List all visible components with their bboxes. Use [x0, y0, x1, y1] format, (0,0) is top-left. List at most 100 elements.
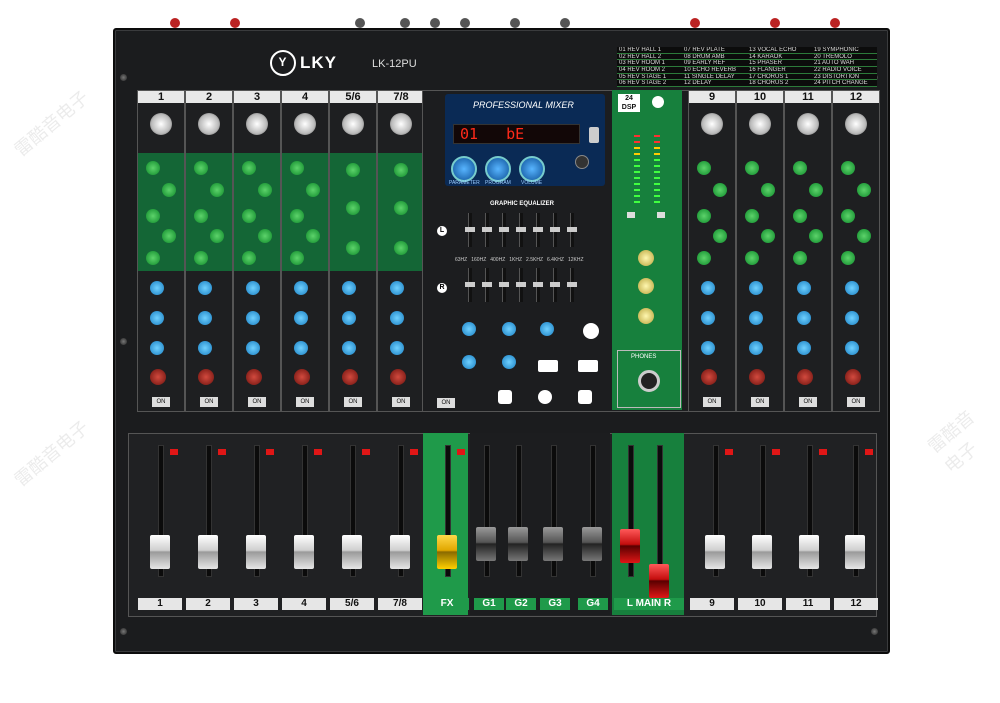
eq-high-knob[interactable]	[793, 161, 807, 175]
aux1-knob[interactable]	[701, 281, 715, 295]
eq-low-knob[interactable]	[697, 251, 711, 265]
pan-knob[interactable]	[150, 369, 166, 385]
pan-knob[interactable]	[342, 369, 358, 385]
pan-knob[interactable]	[390, 369, 406, 385]
channel-on-button[interactable]: ON	[703, 397, 721, 407]
gain-knob[interactable]	[749, 113, 771, 135]
channel-on-button[interactable]: ON	[799, 397, 817, 407]
rec-level-knob[interactable]	[638, 250, 654, 266]
channel-on-button[interactable]: ON	[751, 397, 769, 407]
eq-mid-freq-knob[interactable]	[306, 183, 320, 197]
fx-send-knob[interactable]	[342, 341, 356, 355]
geq-slider[interactable]	[550, 213, 560, 247]
eq-low-knob[interactable]	[841, 251, 855, 265]
fader-cap[interactable]	[649, 564, 669, 598]
pan-knob[interactable]	[797, 369, 813, 385]
fader-cap[interactable]	[845, 534, 865, 569]
eq-high-knob[interactable]	[346, 163, 360, 177]
fx-on-button[interactable]: ON	[437, 398, 455, 408]
geq-slider-cap[interactable]	[482, 227, 492, 232]
eq-high-knob[interactable]	[394, 163, 408, 177]
aux2-knob[interactable]	[342, 311, 356, 325]
geq-slider[interactable]	[482, 213, 492, 247]
fader-cap[interactable]	[150, 534, 170, 569]
eq-mid-knob[interactable]	[841, 209, 855, 223]
eq-high-knob[interactable]	[841, 161, 855, 175]
geq-slider[interactable]	[516, 213, 526, 247]
aux1-knob[interactable]	[246, 281, 260, 295]
geq-slider[interactable]	[567, 268, 577, 302]
aux-knob[interactable]	[502, 355, 516, 369]
aux2-knob[interactable]	[797, 311, 811, 325]
geq-slider-cap[interactable]	[567, 282, 577, 287]
channel-on-button[interactable]: ON	[200, 397, 218, 407]
eq-mid-freq-knob[interactable]	[809, 183, 823, 197]
gain-knob[interactable]	[342, 113, 364, 135]
aux-knob[interactable]	[502, 322, 516, 336]
gain-knob[interactable]	[701, 113, 723, 135]
eq-low-mid-knob[interactable]	[713, 229, 727, 243]
aux1-knob[interactable]	[342, 281, 356, 295]
channel-on-button[interactable]: ON	[344, 397, 362, 407]
fader-cap[interactable]	[437, 534, 457, 569]
eq-low-mid-knob[interactable]	[809, 229, 823, 243]
fader-cap[interactable]	[543, 526, 563, 561]
eq-low-knob[interactable]	[242, 251, 256, 265]
eq-mid-knob[interactable]	[194, 209, 208, 223]
gain-knob[interactable]	[294, 113, 316, 135]
fx-send-knob[interactable]	[390, 341, 404, 355]
eq-low-mid-knob[interactable]	[761, 229, 775, 243]
eq-mid-knob[interactable]	[146, 209, 160, 223]
fader-cap[interactable]	[246, 534, 266, 569]
geq-slider-cap[interactable]	[465, 282, 475, 287]
rec-button[interactable]	[627, 212, 635, 218]
phones-level-knob[interactable]	[638, 308, 654, 324]
pan-knob[interactable]	[198, 369, 214, 385]
geq-slider-cap[interactable]	[533, 227, 543, 232]
fx-send-knob[interactable]	[845, 341, 859, 355]
eq-low-mid-knob[interactable]	[162, 229, 176, 243]
fx-send-knob[interactable]	[294, 341, 308, 355]
fx-send-knob[interactable]	[797, 341, 811, 355]
fader-cap[interactable]	[294, 534, 314, 569]
eq-high-knob[interactable]	[697, 161, 711, 175]
eq-low-knob[interactable]	[793, 251, 807, 265]
fader-cap[interactable]	[705, 534, 725, 569]
geq-slider-cap[interactable]	[516, 227, 526, 232]
fx-send-knob[interactable]	[701, 341, 715, 355]
eq-mid-knob[interactable]	[697, 209, 711, 223]
aux2-knob[interactable]	[246, 311, 260, 325]
gain-knob[interactable]	[390, 113, 412, 135]
geq-slider[interactable]	[567, 213, 577, 247]
fx-send-knob[interactable]	[150, 341, 164, 355]
eq-low-knob[interactable]	[146, 251, 160, 265]
channel-on-button[interactable]: ON	[152, 397, 170, 407]
eq-low-mid-knob[interactable]	[258, 229, 272, 243]
eq-low-mid-knob[interactable]	[210, 229, 224, 243]
eq-mid-knob[interactable]	[793, 209, 807, 223]
eq-low-mid-knob[interactable]	[857, 229, 871, 243]
geq-slider[interactable]	[516, 268, 526, 302]
eq-high-knob[interactable]	[242, 161, 256, 175]
fader-cap[interactable]	[752, 534, 772, 569]
aux1-knob[interactable]	[198, 281, 212, 295]
pan-knob[interactable]	[845, 369, 861, 385]
geq-slider-cap[interactable]	[499, 282, 509, 287]
pan-knob[interactable]	[246, 369, 262, 385]
fader-cap[interactable]	[620, 529, 640, 563]
eq-mid-freq-knob[interactable]	[162, 183, 176, 197]
geq-slider-cap[interactable]	[465, 227, 475, 232]
geq-slider-cap[interactable]	[499, 227, 509, 232]
aux1-knob[interactable]	[294, 281, 308, 295]
pan-knob[interactable]	[294, 369, 310, 385]
geq-slider[interactable]	[533, 268, 543, 302]
aux1-knob[interactable]	[749, 281, 763, 295]
aux2-knob[interactable]	[845, 311, 859, 325]
aux2-knob[interactable]	[294, 311, 308, 325]
fader-cap[interactable]	[198, 534, 218, 569]
aux2-knob[interactable]	[198, 311, 212, 325]
gain-knob[interactable]	[797, 113, 819, 135]
group-button[interactable]	[657, 212, 665, 218]
gain-knob[interactable]	[845, 113, 867, 135]
aux2-knob[interactable]	[701, 311, 715, 325]
